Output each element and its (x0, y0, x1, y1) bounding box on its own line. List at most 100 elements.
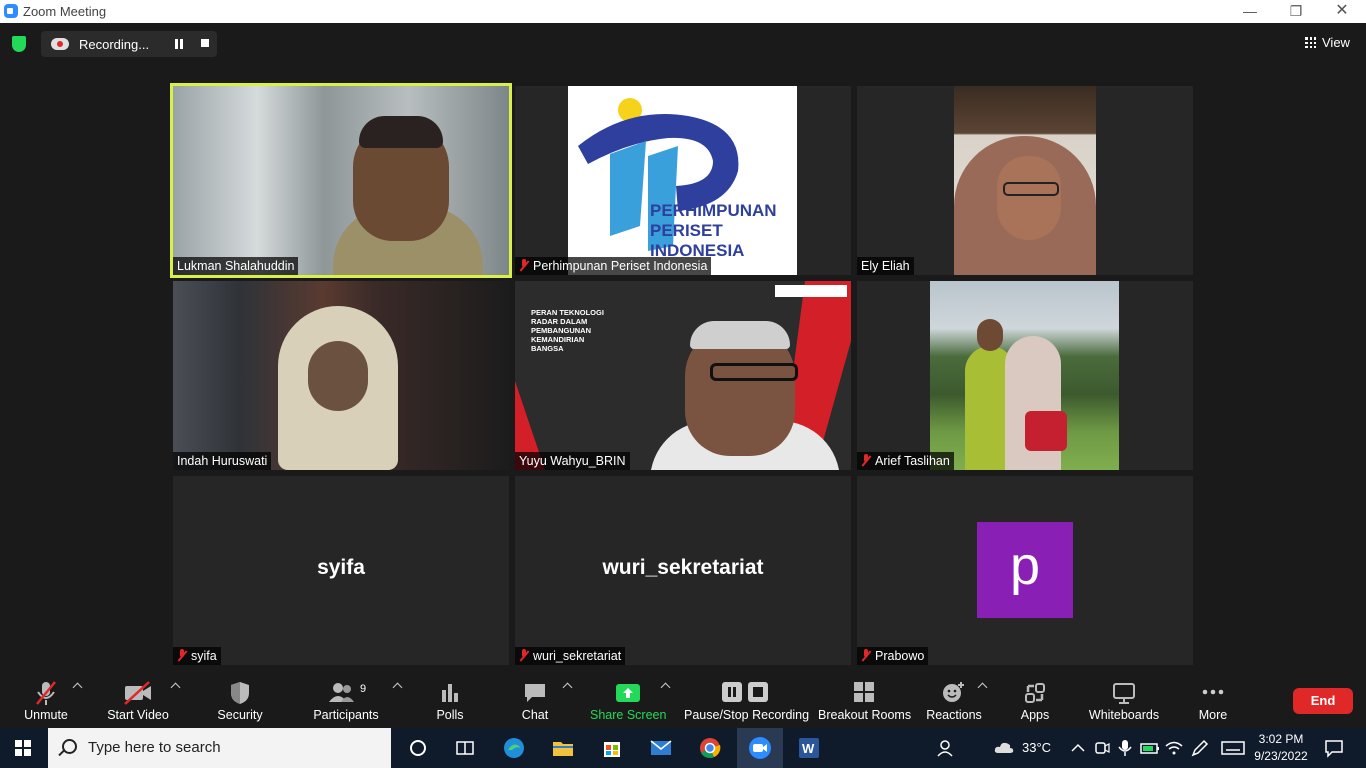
whiteboards-button[interactable]: Whiteboards (1086, 680, 1162, 722)
view-label: View (1322, 35, 1350, 50)
pen-icon[interactable] (1188, 736, 1212, 760)
recording-label: Recording... (79, 37, 150, 52)
more-button[interactable]: More (1194, 680, 1232, 722)
reactions-button[interactable]: Reactions (926, 680, 982, 722)
polls-button[interactable]: Polls (426, 680, 474, 722)
taskbar-search-box[interactable]: Type here to search (48, 728, 391, 768)
person-hair (690, 321, 790, 349)
mic-muted-icon (519, 649, 529, 662)
grid-view-icon (1305, 37, 1316, 48)
svg-text:RADAR DALAM: RADAR DALAM (531, 317, 587, 326)
glasses-icon (710, 363, 798, 381)
person-hair (359, 116, 443, 148)
share-screen-icon (590, 680, 666, 706)
recording-indicator: Recording... (41, 31, 217, 57)
notifications-icon[interactable] (1322, 736, 1346, 760)
mic-off-icon (20, 680, 72, 706)
windows-start-icon[interactable] (15, 740, 31, 756)
participant-name: wuri_sekretariat (515, 647, 626, 665)
chrome-icon[interactable] (698, 736, 722, 760)
edge-browser-icon[interactable] (502, 736, 526, 760)
cloud-record-icon (51, 38, 69, 50)
breakout-rooms-button[interactable]: Breakout Rooms (818, 680, 911, 722)
share-screen-button[interactable]: Share Screen (590, 680, 666, 722)
video-tile-syifa[interactable]: syifa syifa (173, 476, 509, 665)
security-shield-icon (214, 680, 266, 706)
video-tile-yuyu[interactable]: PERAN TEKNOLOGI RADAR DALAM PEMBANGUNAN … (515, 281, 851, 470)
glasses-icon (1003, 182, 1059, 196)
svg-text:PERHIMPUNAN: PERHIMPUNAN (650, 201, 777, 220)
minimize-button[interactable]: — (1227, 0, 1273, 23)
polls-icon (426, 680, 474, 706)
clock-date: 9/23/2022 (1254, 749, 1308, 763)
encryption-shield-icon[interactable] (12, 36, 26, 52)
chat-button[interactable]: Chat (512, 680, 558, 722)
person-face (977, 319, 1003, 351)
security-button[interactable]: Security (214, 680, 266, 722)
mic-muted-icon (177, 649, 187, 662)
search-placeholder: Type here to search (88, 739, 221, 756)
video-tile-indah[interactable]: Indah Huruswati (173, 281, 509, 470)
apps-icon (1014, 680, 1056, 706)
close-button[interactable]: ✕ (1319, 0, 1365, 23)
chat-icon (512, 680, 558, 706)
participant-name: Lukman Shalahuddin (173, 257, 299, 275)
weather-cloud-icon[interactable] (992, 736, 1016, 760)
audio-options-caret[interactable] (72, 682, 83, 693)
video-tile-wuri[interactable]: wuri_sekretariat wuri_sekretariat (515, 476, 851, 665)
view-button[interactable]: View (1305, 35, 1350, 50)
unmute-button[interactable]: Unmute (20, 680, 72, 722)
organization-logo: PERHIMPUNAN PERISET INDONESIA (568, 86, 797, 275)
battery-icon[interactable] (1138, 736, 1162, 760)
participant-name: Yuyu Wahyu_BRIN (515, 452, 630, 470)
chat-options-caret[interactable] (562, 682, 573, 693)
video-tile-lukman[interactable]: Lukman Shalahuddin (170, 83, 512, 278)
temperature[interactable]: 33°C (1022, 740, 1051, 755)
microphone-icon[interactable] (1113, 736, 1137, 760)
touch-keyboard-icon[interactable] (1220, 736, 1245, 760)
mail-icon[interactable] (649, 736, 673, 760)
participants-options-caret[interactable] (392, 682, 403, 693)
participants-count: 9 (360, 683, 367, 695)
restore-button[interactable]: ❐ (1273, 0, 1319, 23)
stop-recording-icon[interactable] (201, 39, 209, 47)
participant-name: Indah Huruswati (173, 452, 272, 470)
word-icon[interactable]: W (797, 736, 821, 760)
svg-text:KEMANDIRIAN: KEMANDIRIAN (531, 335, 584, 344)
pause-recording-icon[interactable] (174, 39, 184, 49)
video-tile-arief[interactable]: Arief Taslihan (857, 281, 1193, 470)
taskbar-clock[interactable]: 3:02 PM 9/23/2022 (1250, 731, 1312, 765)
svg-text:PERISET: PERISET (650, 221, 723, 240)
cortana-icon[interactable] (406, 736, 430, 760)
participant-name: Ely Eliah (857, 257, 914, 275)
apps-button[interactable]: Apps (1014, 680, 1056, 722)
svg-text:BANGSA: BANGSA (531, 344, 564, 353)
people-icon[interactable] (935, 736, 959, 760)
microsoft-store-icon[interactable] (600, 736, 624, 760)
person-face (997, 156, 1061, 240)
file-explorer-icon[interactable] (551, 736, 575, 760)
participant-name: syifa (173, 647, 221, 665)
reactions-icon (926, 680, 982, 706)
window-titlebar: Zoom Meeting — ❐ ✕ (0, 0, 1366, 23)
mic-muted-icon (519, 259, 529, 272)
video-tile-ely[interactable]: Ely Eliah (857, 86, 1193, 275)
start-video-button[interactable]: Start Video (106, 680, 170, 722)
svg-text:PERAN TEKNOLOGI: PERAN TEKNOLOGI (531, 308, 604, 317)
participant-display-name: wuri_sekretariat (602, 556, 764, 579)
svg-text:W: W (802, 741, 815, 756)
participants-button[interactable]: Participants 9 (312, 680, 380, 722)
video-options-caret[interactable] (170, 682, 181, 693)
end-meeting-button[interactable]: End (1293, 688, 1353, 714)
avatar: p (977, 522, 1073, 618)
wifi-icon[interactable] (1162, 736, 1186, 760)
zoom-app-icon[interactable] (748, 736, 772, 760)
video-tile-perhimpunan[interactable]: PERHIMPUNAN PERISET INDONESIA Perhimpuna… (515, 86, 851, 275)
show-hidden-icons-icon[interactable] (1066, 736, 1090, 760)
task-view-icon[interactable] (453, 736, 477, 760)
pause-stop-recording-button[interactable]: Pause/Stop Recording (684, 680, 809, 722)
meet-now-icon[interactable] (1090, 736, 1114, 760)
video-tile-prabowo[interactable]: p Prabowo (857, 476, 1193, 665)
more-dots-icon (1194, 680, 1232, 706)
participant-display-name: syifa (317, 556, 365, 579)
